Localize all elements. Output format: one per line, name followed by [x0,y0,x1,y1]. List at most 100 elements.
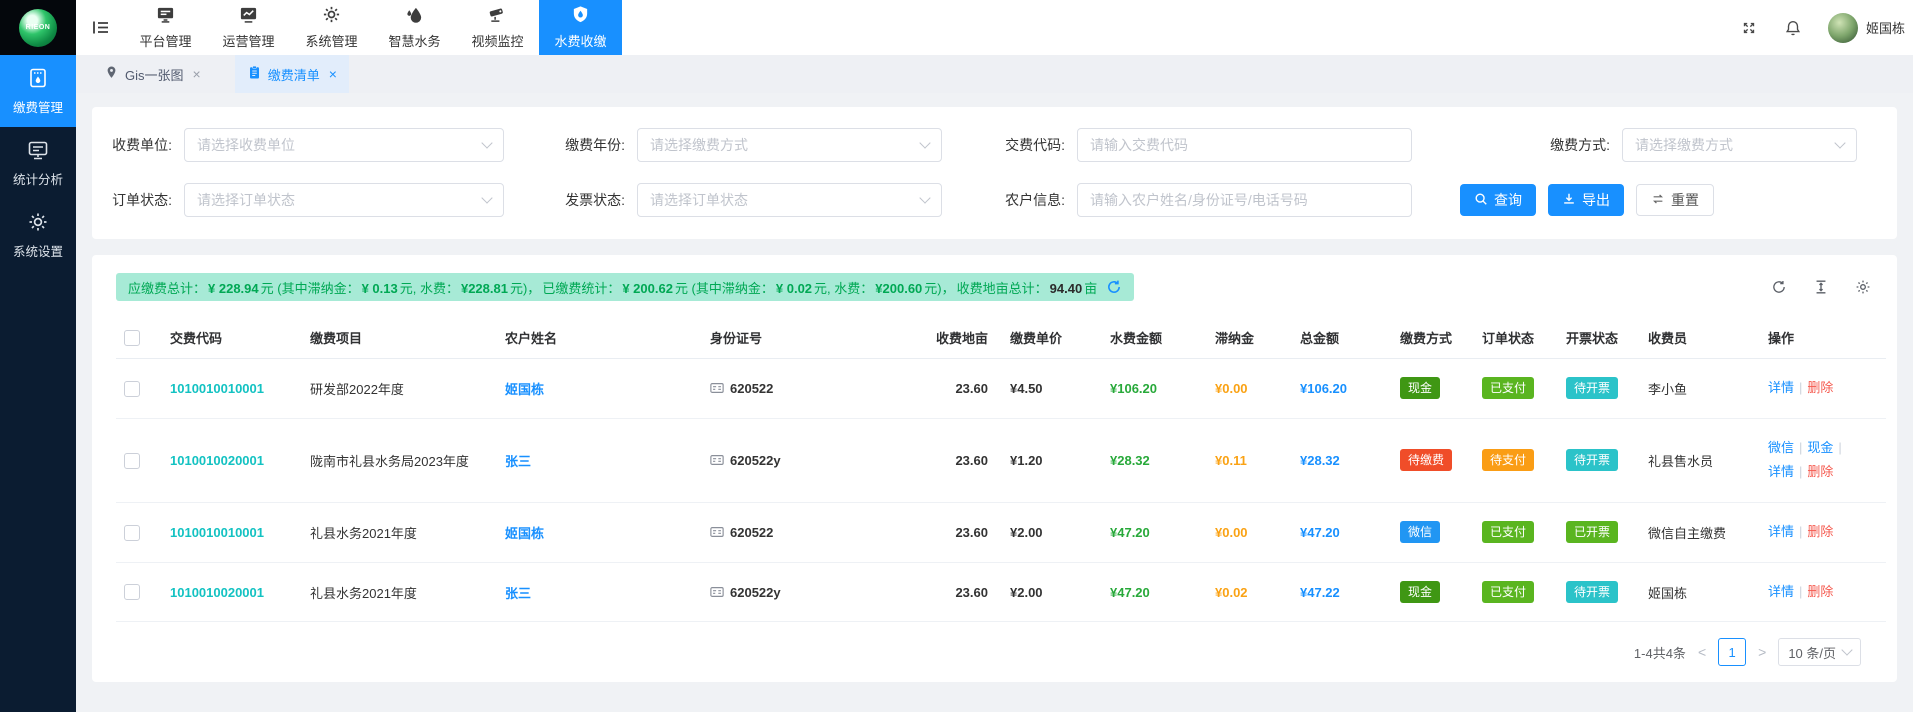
action-link[interactable]: 删除 [1807,464,1833,479]
order-status-badge: 待支付 [1482,449,1534,471]
export-button[interactable]: 导出 [1548,184,1624,216]
payment-code-link[interactable]: 1010010010001 [170,381,264,396]
row-checkbox[interactable] [124,453,140,469]
column-header: 开票状态 [1558,317,1640,359]
payment-table: 交费代码 缴费项目 农户姓名 身份证号 收费地亩 缴费单价 水费金额 滞纳金 总… [116,317,1886,622]
payment-method-select[interactable]: 请选择缴费方式 [1622,128,1857,162]
username: 姬国栋 [1866,18,1905,37]
action-separator: | [1799,380,1802,395]
filter-group-farmer-info: 农户信息: [997,183,1412,217]
user-menu[interactable]: 姬国栋 [1828,13,1905,43]
sidebar-item-label: 缴费管理 [13,97,63,116]
action-link[interactable]: 详情 [1768,524,1794,539]
row-height-icon[interactable] [1813,279,1829,295]
filter-label: 农户信息: [997,190,1077,210]
menu-item-smart-water[interactable]: 智慧水务 [373,0,456,55]
topbar: RIEON 平台管理 运营管理 系统管理 智慧水务 视频监控 水费收缴 [0,0,1913,55]
water-fee-cell: ¥106.20 [1102,359,1207,419]
action-link[interactable]: 现金 [1807,440,1833,455]
payment-year-select[interactable]: 请选择缴费方式 [637,128,942,162]
summary-segment: ¥ 200.62 [622,281,673,296]
charge-unit-select[interactable]: 请选择收费单位 [184,128,504,162]
fullscreen-icon[interactable] [1740,19,1758,37]
farmer-name-link[interactable]: 张三 [505,586,531,601]
tab-payment-list[interactable]: 缴费清单 × [235,55,349,93]
invoice-status-select[interactable]: 请选择订单状态 [637,183,942,217]
invoice-status-badge: 待开票 [1566,449,1618,471]
settings-gear-icon [27,211,49,236]
menu-item-system[interactable]: 系统管理 [290,0,373,55]
tab-gis-map[interactable]: Gis一张图 × [92,55,213,93]
select-placeholder: 请选择订单状态 [197,190,475,210]
action-link[interactable]: 详情 [1768,464,1794,479]
filter-label: 交费代码: [997,135,1077,155]
late-fee-cell: ¥0.00 [1207,359,1292,419]
search-button[interactable]: 查询 [1460,184,1536,216]
row-select-cell [116,359,162,419]
menu-item-video[interactable]: 视频监控 [456,0,539,55]
close-icon[interactable]: × [329,66,337,82]
actions-cell: 详情 | 删除 [1760,359,1886,419]
sidebar-collapse-icon[interactable] [76,0,124,55]
column-settings-gear-icon[interactable] [1855,279,1871,295]
current-page-button[interactable]: 1 [1718,638,1746,666]
sidebar-item-statistics[interactable]: 统计分析 [0,127,76,199]
next-page-button[interactable]: > [1756,644,1768,660]
action-link[interactable]: 微信 [1768,440,1794,455]
pay-method-badge: 现金 [1400,377,1440,399]
chart-icon [239,5,258,27]
pagination: 1-4共4条 < 1 > 10 条/页 [116,638,1873,666]
select-all-checkbox[interactable] [124,330,140,346]
payment-code-cell: 1010010020001 [162,418,302,502]
summary-refresh-icon[interactable] [1106,279,1122,295]
invoice-status-badge-cell: 待开票 [1558,562,1640,622]
payment-code-link[interactable]: 1010010010001 [170,525,264,540]
table-row: 1010010010001研发部2022年度姬国栋62052223.60¥4.5… [116,359,1886,419]
action-link[interactable]: 删除 [1807,524,1833,539]
column-header: 缴费项目 [302,317,497,359]
actions-cell: 详情|删除 [1760,503,1886,563]
summary-segment: 应缴费总计： [128,281,206,296]
menu-item-operations[interactable]: 运营管理 [207,0,290,55]
menu-item-water-fee[interactable]: 水费收缴 [539,0,622,55]
payment-code-input[interactable] [1077,128,1412,162]
farmer-name-link[interactable]: 姬国栋 [505,526,544,541]
action-link[interactable]: 删除 [1807,380,1833,395]
sidebar-item-label: 统计分析 [13,169,63,188]
tab-label: 缴费清单 [268,65,320,84]
invoice-status-badge: 已开票 [1566,521,1618,543]
prev-page-button[interactable]: < [1696,644,1708,660]
row-checkbox[interactable] [124,584,140,600]
button-label: 导出 [1582,190,1610,210]
filter-group-payment-code: 交费代码: [997,128,1412,162]
action-link[interactable]: 删除 [1807,584,1833,599]
refresh-icon[interactable] [1771,279,1787,295]
main-menu: 平台管理 运营管理 系统管理 智慧水务 视频监控 水费收缴 [124,0,622,55]
farmer-name-link[interactable]: 姬国栋 [505,382,544,397]
reset-button[interactable]: 重置 [1636,184,1714,216]
row-checkbox[interactable] [124,381,140,397]
payment-code-link[interactable]: 1010010020001 [170,453,264,468]
chevron-down-icon [1834,137,1845,148]
payment-code-link[interactable]: 1010010020001 [170,585,264,600]
notification-bell-icon[interactable] [1784,19,1802,37]
summary-segment: 收费地亩总计： [957,281,1048,296]
farmer-name-link[interactable]: 张三 [505,454,531,469]
order-status-select[interactable]: 请选择订单状态 [184,183,504,217]
column-header: 总金额 [1292,317,1392,359]
sidebar-item-settings[interactable]: 系统设置 [0,199,76,271]
page-size-select[interactable]: 10 条/页 [1778,638,1861,666]
menu-item-platform[interactable]: 平台管理 [124,0,207,55]
action-separator: | [1799,584,1802,599]
row-checkbox[interactable] [124,525,140,541]
action-link[interactable]: 详情 [1768,584,1794,599]
collector-cell: 礼县售水员 [1640,418,1760,502]
farmer-info-input[interactable] [1077,183,1412,217]
close-icon[interactable]: × [193,66,201,82]
gear-icon [322,5,341,27]
project-cell: 研发部2022年度 [302,359,497,419]
action-link[interactable]: 详情 [1768,380,1794,395]
id-card-icon [710,453,724,467]
sidebar-item-payment-management[interactable]: 缴费管理 [0,55,76,127]
id-number-cell: 620522 [702,503,917,563]
